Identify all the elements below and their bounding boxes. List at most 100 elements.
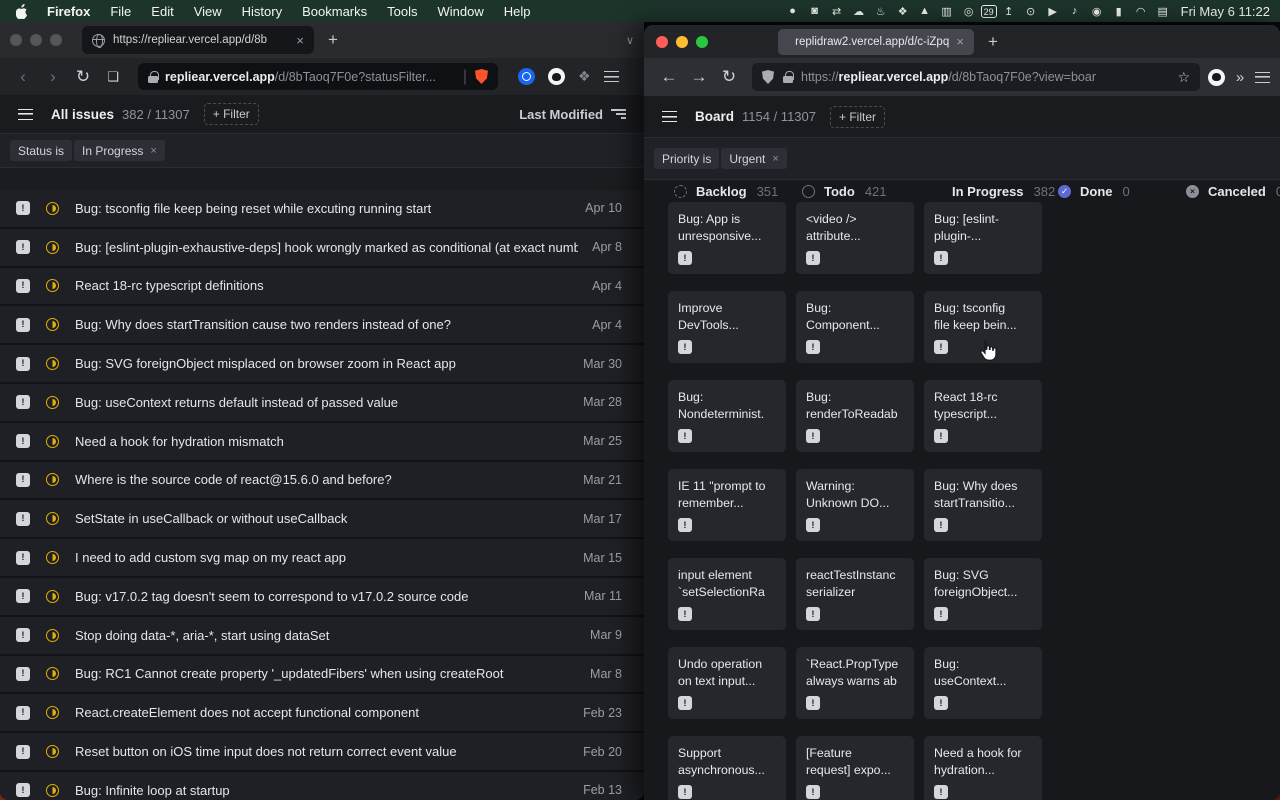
upload-icon[interactable]: ↥ [999, 5, 1019, 18]
issue-row[interactable]: !React.createElement does not accept fun… [0, 694, 644, 733]
dropbox-icon[interactable]: ❖ [893, 5, 913, 18]
board-card[interactable]: Undo operation on text input...! [668, 647, 786, 719]
wifi-icon[interactable]: ◠ [1131, 5, 1151, 18]
minimize-window-button[interactable] [676, 36, 688, 48]
onepassword-extension-icon[interactable] [518, 68, 535, 85]
sidebar-menu-icon[interactable] [18, 109, 33, 120]
board-card[interactable]: Bug: SVG foreignObject...! [924, 558, 1042, 630]
board-card[interactable]: Improve DevTools...! [668, 291, 786, 363]
issue-row[interactable]: !SetState in useCallback or without useC… [0, 500, 644, 539]
zoom-window-button[interactable] [696, 36, 708, 48]
sort-label[interactable]: Last Modified [519, 107, 603, 122]
browser-menu-icon[interactable] [604, 71, 619, 82]
sidebar-menu-icon[interactable] [662, 111, 677, 122]
power-icon[interactable]: ⊙ [1021, 5, 1041, 18]
menubar-item-help[interactable]: Help [494, 4, 541, 19]
board-card[interactable]: <video /> attribute...! [796, 202, 914, 274]
issue-row[interactable]: !Where is the source code of react@15.6.… [0, 462, 644, 501]
issue-row[interactable]: !Bug: Why does startTransition cause two… [0, 306, 644, 345]
board-card[interactable]: Bug: useContext...! [924, 647, 1042, 719]
close-window-button[interactable] [10, 34, 22, 46]
address-bar[interactable]: https:// repliear.vercel.app /d/8bTaoq7F… [752, 63, 1200, 91]
layout-icon[interactable]: ▥ [937, 5, 957, 18]
github-extension-icon[interactable] [548, 68, 565, 85]
reload-button[interactable]: ↻ [714, 67, 744, 87]
board-card[interactable]: Bug: [eslint- plugin-...! [924, 202, 1042, 274]
board-card[interactable]: Bug: App is unresponsive...! [668, 202, 786, 274]
battery-icon[interactable]: ▮ [1109, 5, 1129, 18]
issue-row[interactable]: !Bug: v17.0.2 tag doesn't seem to corres… [0, 578, 644, 617]
board-card[interactable]: input element `setSelectionRa! [668, 558, 786, 630]
menubar-item-tools[interactable]: Tools [377, 4, 427, 19]
issue-row[interactable]: !Bug: Infinite loop at startupFeb 13 [0, 772, 644, 800]
close-tab-icon[interactable]: × [956, 34, 964, 49]
board-card[interactable]: React 18-rc typescript...! [924, 380, 1042, 452]
issue-row[interactable]: !Bug: tsconfig file keep being reset whi… [0, 190, 644, 229]
menubar-item-bookmarks[interactable]: Bookmarks [292, 4, 377, 19]
tracking-protection-shield-icon[interactable] [762, 70, 774, 84]
close-tab-icon[interactable]: × [296, 33, 304, 48]
issue-row[interactable]: !Stop doing data-*, aria-*, start using … [0, 617, 644, 656]
back-button[interactable]: ‹ [8, 67, 38, 87]
remove-filter-icon[interactable]: × [150, 145, 156, 157]
issue-row[interactable]: !Reset button on iOS time input does not… [0, 733, 644, 772]
cloud-icon[interactable]: ☁ [849, 5, 869, 18]
board-card[interactable]: Bug: renderToReadab! [796, 380, 914, 452]
volume-icon[interactable]: ♪ [1065, 5, 1085, 17]
board-card[interactable]: Support asynchronous...! [668, 736, 786, 800]
board-card[interactable]: IE 11 "prompt to remember...! [668, 469, 786, 541]
new-tab-button[interactable]: + [988, 32, 998, 52]
onepassword-icon[interactable]: ◎ [959, 5, 979, 18]
issue-row[interactable]: !React 18-rc typescript definitionsApr 4 [0, 268, 644, 307]
browser-menu-icon[interactable] [1255, 72, 1270, 83]
vercel-icon[interactable]: ▲ [915, 5, 935, 17]
board-card[interactable]: Warning: Unknown DO...! [796, 469, 914, 541]
play-icon[interactable]: ▶ [1043, 5, 1063, 18]
board-card[interactable]: `React.PropType always warns ab! [796, 647, 914, 719]
screen-record-icon[interactable]: ● [783, 5, 803, 17]
issue-row[interactable]: !Bug: useContext returns default instead… [0, 384, 644, 423]
new-tab-button[interactable]: + [328, 30, 338, 50]
brave-shield-icon[interactable] [475, 69, 488, 84]
back-button[interactable]: ← [654, 67, 684, 87]
sort-icon[interactable] [611, 109, 626, 119]
address-bar[interactable]: repliear.vercel.app /d/8bTaoq7F0e?status… [138, 63, 498, 90]
bookmark-icon[interactable]: ❏ [98, 69, 128, 85]
board-card[interactable]: Bug: Component...! [796, 291, 914, 363]
filter-field-chip[interactable]: Status is [10, 140, 72, 161]
forward-button[interactable]: › [38, 67, 68, 87]
docker-icon[interactable]: ♨ [871, 5, 891, 18]
menubar-app-name[interactable]: Firefox [37, 4, 100, 19]
tab-list-chevron-icon[interactable]: ∨ [626, 34, 634, 47]
menubar-item-edit[interactable]: Edit [141, 4, 183, 19]
menubar-item-file[interactable]: File [100, 4, 141, 19]
board-card[interactable]: Need a hook for hydration...! [924, 736, 1042, 800]
filter-value-chip[interactable]: In Progress × [74, 140, 165, 161]
minimize-window-button[interactable] [30, 34, 42, 46]
zoom-window-button[interactable] [50, 34, 62, 46]
filter-value-chip[interactable]: Urgent × [721, 148, 786, 169]
issue-row[interactable]: !Bug: SVG foreignObject misplaced on bro… [0, 345, 644, 384]
add-filter-button[interactable]: + Filter [830, 106, 885, 128]
add-filter-button[interactable]: + Filter [204, 103, 259, 125]
issue-row[interactable]: !Need a hook for hydration mismatchMar 2… [0, 423, 644, 462]
reload-button[interactable]: ↻ [68, 67, 98, 87]
board-card[interactable]: [Feature request] expo...! [796, 736, 914, 800]
board-card[interactable]: reactTestInstanc serializer! [796, 558, 914, 630]
extensions-puzzle-icon[interactable]: ❖ [578, 68, 591, 85]
siri-icon[interactable]: ◉ [1087, 5, 1107, 18]
close-window-button[interactable] [656, 36, 668, 48]
menubar-item-window[interactable]: Window [428, 4, 494, 19]
sync-icon[interactable]: ⇄ [827, 5, 847, 18]
menubar-item-view[interactable]: View [184, 4, 232, 19]
displays-icon[interactable]: ▤ [1153, 5, 1173, 18]
board-card[interactable]: Bug: Nondeterminist.! [668, 380, 786, 452]
board-card[interactable]: Bug: Why does startTransitio...! [924, 469, 1042, 541]
browser-tab[interactable]: replidraw2.vercel.app/d/c-iZpq × [778, 29, 974, 55]
issue-row[interactable]: !I need to add custom svg map on my reac… [0, 539, 644, 578]
camera-icon[interactable]: ◙ [805, 5, 825, 17]
remove-filter-icon[interactable]: × [772, 153, 778, 165]
github-extension-icon[interactable] [1208, 69, 1225, 86]
forward-button[interactable]: → [684, 67, 714, 87]
filter-field-chip[interactable]: Priority is [654, 148, 719, 169]
